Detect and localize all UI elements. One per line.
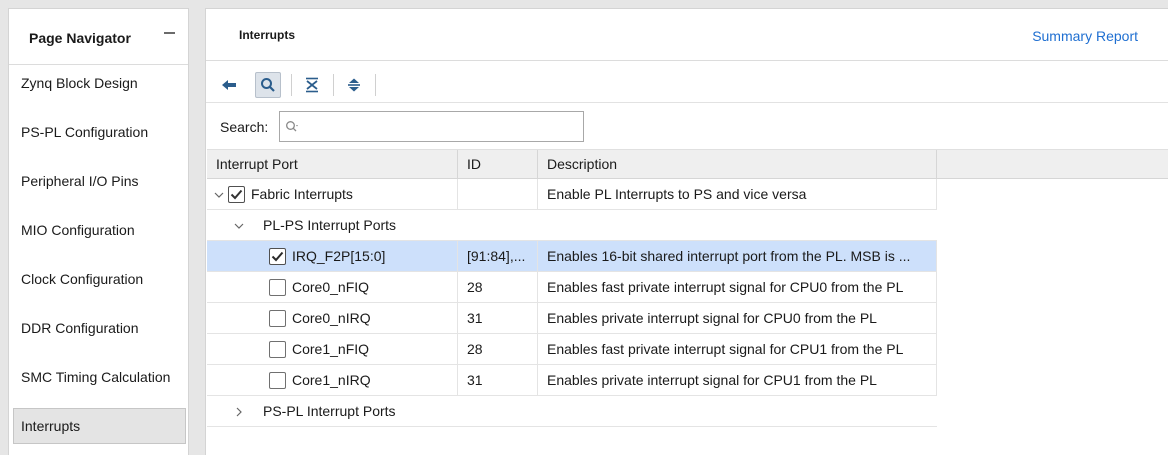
nav-item-mio-configuration[interactable]: MIO Configuration [13,212,186,248]
table-header: Interrupt Port ID Description [207,149,1168,180]
table-row-core1-nirq[interactable]: Core1_nIRQ 31 Enables private interrupt … [207,365,937,396]
expand-all-icon [348,78,360,92]
table-row-core0-nfiq[interactable]: Core0_nFIQ 28 Enables fast private inter… [207,272,937,303]
group-name: PS-PL Interrupt Ports [263,403,396,419]
port-name: Core0_nFIQ [292,279,370,295]
irq-f2p-checkbox[interactable] [269,248,286,265]
description-cell: Enables private interrupt signal for CPU… [538,303,937,334]
search-input[interactable] [300,112,583,141]
id-cell: [91:84],... [458,241,538,272]
description-cell: Enables 16-bit shared interrupt port fro… [538,241,937,272]
core0-nirq-checkbox[interactable] [269,310,286,327]
search-icon [261,78,275,92]
column-header-interrupt-port[interactable]: Interrupt Port [207,150,458,180]
summary-report-link[interactable]: Summary Report [1032,28,1138,44]
checkmark-icon [230,189,243,200]
nav-item-ps-pl-configuration[interactable]: PS-PL Configuration [13,114,186,150]
id-cell: 28 [458,272,538,303]
nav-item-smc-timing-calculation[interactable]: SMC Timing Calculation [13,359,186,395]
search-label: Search: [220,119,269,135]
expand-all-button[interactable] [341,72,367,98]
nav-item-zynq-block-design[interactable]: Zynq Block Design [13,65,186,101]
chevron-down-icon[interactable] [232,210,246,241]
collapse-all-icon [306,77,318,93]
id-cell [458,179,538,210]
port-name: Core1_nFIQ [292,341,370,357]
core0-nfiq-checkbox[interactable] [269,279,286,296]
core1-nirq-checkbox[interactable] [269,372,286,389]
column-header-id[interactable]: ID [458,150,538,180]
port-name: Core0_nIRQ [292,310,371,326]
navigator-title: Page Navigator [29,30,131,46]
table-row-core0-nirq[interactable]: Core0_nIRQ 31 Enables private interrupt … [207,303,937,334]
port-name: Core1_nIRQ [292,372,371,388]
description-cell: Enables fast private interrupt signal fo… [538,272,937,303]
table-row-fabric-interrupts[interactable]: Fabric Interrupts Enable PL Interrupts t… [207,179,937,210]
panel-header: Interrupts Summary Report [206,9,1168,61]
page-title: Interrupts [239,28,296,42]
toolbar [206,62,1168,102]
table-row-core1-nfiq[interactable]: Core1_nFIQ 28 Enables fast private inter… [207,334,937,365]
description-cell: Enable PL Interrupts to PS and vice vers… [538,179,937,210]
fabric-interrupts-checkbox[interactable] [228,186,245,203]
chevron-down-icon[interactable] [212,179,226,210]
table-row-irq-f2p[interactable]: IRQ_F2P[15:0] [91:84],... Enables 16-bit… [207,241,937,272]
checkmark-icon [271,251,284,262]
table-row-ps-pl-interrupt-ports[interactable]: PS-PL Interrupt Ports [207,396,937,427]
back-button[interactable] [216,72,242,98]
back-icon [222,80,236,90]
search-box[interactable] [279,111,584,142]
column-header-description[interactable]: Description [538,150,937,180]
search-toggle-button[interactable] [255,72,281,98]
nav-item-peripheral-io-pins[interactable]: Peripheral I/O Pins [13,163,186,199]
id-cell: 31 [458,303,538,334]
chevron-right-icon[interactable] [232,396,246,427]
search-field-icon [286,121,298,132]
nav-item-interrupts[interactable]: Interrupts [13,408,186,444]
nav-item-clock-configuration[interactable]: Clock Configuration [13,261,186,297]
port-name: IRQ_F2P[15:0] [292,248,386,264]
table-row-pl-ps-interrupt-ports[interactable]: PL-PS Interrupt Ports [207,210,937,241]
page-navigator: Page Navigator Zynq Block Design PS-PL C… [8,8,189,455]
description-cell: Enables private interrupt signal for CPU… [538,365,937,396]
core1-nfiq-checkbox[interactable] [269,341,286,358]
navigator-header: Page Navigator [9,9,188,65]
id-cell: 31 [458,365,538,396]
nav-item-ddr-configuration[interactable]: DDR Configuration [13,310,186,346]
interrupts-panel: Interrupts Summary Report Search: Interr… [205,8,1168,455]
description-cell: Enables fast private interrupt signal fo… [538,334,937,365]
port-name: Fabric Interrupts [251,186,353,202]
group-name: PL-PS Interrupt Ports [263,217,397,233]
id-cell: 28 [458,334,538,365]
minimize-icon[interactable] [164,26,176,38]
collapse-all-button[interactable] [299,72,325,98]
